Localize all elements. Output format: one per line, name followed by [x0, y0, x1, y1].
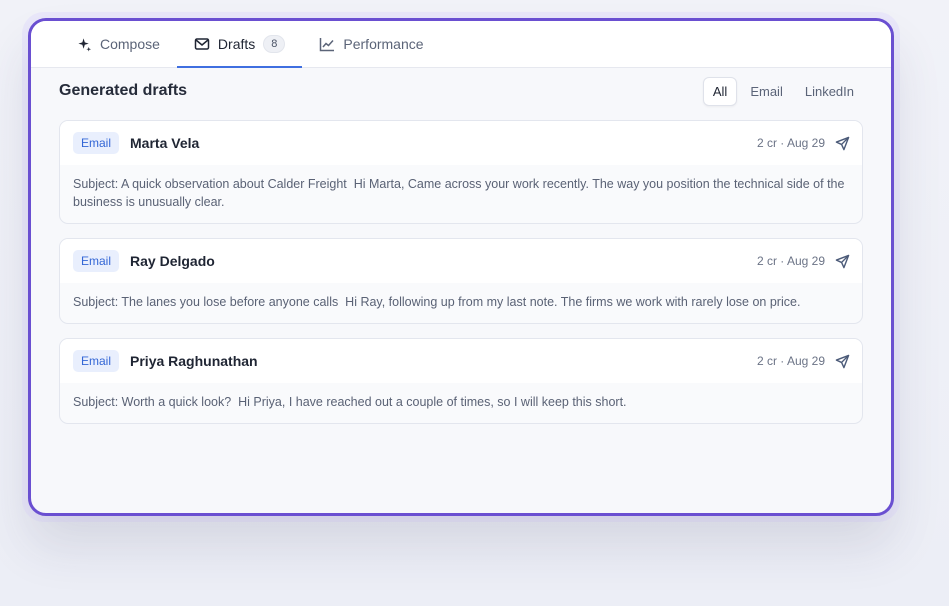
- send-icon[interactable]: [835, 254, 850, 269]
- sparkle-icon: [77, 37, 92, 52]
- tab-compose[interactable]: Compose: [60, 21, 177, 67]
- app-stage: Compose Drafts 8 Performance Generated d…: [0, 0, 949, 606]
- draft-preview: Subject: The lanes you lose before anyon…: [73, 295, 801, 309]
- draft-preview: Subject: A quick observation about Calde…: [73, 177, 848, 209]
- draft-meta: 2 cr · Aug 29: [756, 354, 825, 368]
- draft-header: Email Marta Vela 2 cr · Aug 29: [60, 121, 862, 165]
- send-icon[interactable]: [835, 136, 850, 151]
- section-header: Generated drafts All Email LinkedIn: [31, 72, 891, 110]
- drafts-panel: Compose Drafts 8 Performance Generated d…: [28, 18, 894, 516]
- line-chart-icon: [319, 37, 335, 52]
- draft-card[interactable]: Email Priya Raghunathan 2 cr · Aug 29 Su…: [59, 338, 863, 424]
- recipient-name: Priya Raghunathan: [130, 353, 258, 369]
- draft-header: Email Ray Delgado 2 cr · Aug 29: [60, 239, 862, 283]
- drafts-count-badge: 8: [263, 35, 286, 53]
- filter-email[interactable]: Email: [741, 78, 792, 105]
- tab-drafts-label: Drafts: [217, 36, 256, 52]
- tab-compose-label: Compose: [100, 36, 160, 52]
- draft-preview: Subject: Worth a quick look? Hi Priya, I…: [73, 395, 627, 409]
- mail-icon: [194, 37, 210, 51]
- draft-meta: 2 cr · Aug 29: [756, 254, 825, 268]
- recipient-name: Ray Delgado: [130, 253, 215, 269]
- draft-list: Email Marta Vela 2 cr · Aug 29 Subject: …: [31, 110, 891, 424]
- channel-filter: All Email LinkedIn: [702, 76, 863, 106]
- draft-card[interactable]: Email Ray Delgado 2 cr · Aug 29 Subject:…: [59, 238, 863, 324]
- tab-drafts[interactable]: Drafts 8: [176, 21, 303, 68]
- tab-performance-label: Performance: [343, 36, 424, 52]
- filter-all[interactable]: All: [702, 76, 738, 106]
- channel-badge: Email: [73, 250, 120, 272]
- draft-card[interactable]: Email Marta Vela 2 cr · Aug 29 Subject: …: [59, 120, 863, 224]
- tab-performance[interactable]: Performance: [302, 21, 440, 67]
- channel-badge: Email: [73, 350, 120, 372]
- page-title: Generated drafts: [59, 82, 188, 99]
- tab-bar: Compose Drafts 8 Performance: [31, 21, 891, 68]
- draft-header: Email Priya Raghunathan 2 cr · Aug 29: [60, 339, 862, 383]
- recipient-name: Marta Vela: [130, 135, 200, 151]
- send-icon[interactable]: [835, 354, 850, 369]
- filter-linkedin[interactable]: LinkedIn: [796, 78, 863, 105]
- channel-badge: Email: [73, 132, 120, 154]
- draft-meta: 2 cr · Aug 29: [756, 136, 825, 150]
